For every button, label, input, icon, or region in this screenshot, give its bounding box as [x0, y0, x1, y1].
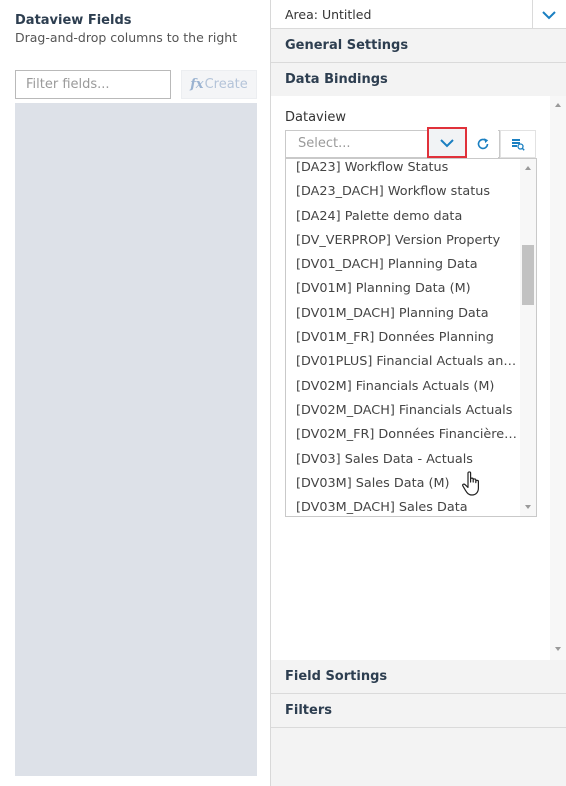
hand-cursor-icon	[462, 471, 479, 496]
scroll-up-icon[interactable]	[525, 166, 531, 170]
dataview-option[interactable]: [DV_VERPROP] Version Property	[286, 229, 520, 253]
area-label: Area: Untitled	[285, 7, 372, 22]
create-label: Create	[204, 77, 248, 92]
dataview-option[interactable]: [DV02M_FR] Données Financières...	[286, 423, 520, 447]
dataview-option[interactable]: [DA23] Workflow Status	[286, 159, 520, 180]
dataview-option[interactable]: [DA24] Palette demo data	[286, 205, 520, 229]
panel-subtitle: Drag-and-drop columns to the right	[15, 30, 238, 45]
fx-icon: fx	[190, 77, 204, 92]
panel-scrollbar[interactable]	[550, 96, 566, 660]
scroll-thumb[interactable]	[522, 245, 534, 305]
chevron-down-icon[interactable]	[540, 8, 558, 22]
dataview-option[interactable]: [DV01M_DACH] Planning Data	[286, 302, 520, 326]
dataview-option[interactable]: [DV03M] Sales Data (M)	[286, 472, 520, 496]
select-placeholder: Select...	[298, 136, 351, 151]
scroll-down-icon[interactable]	[525, 505, 531, 509]
refresh-icon	[477, 138, 488, 150]
create-button[interactable]: fx Create	[181, 70, 257, 99]
explore-data-button[interactable]	[500, 130, 536, 158]
panel-title: Dataview Fields	[15, 13, 132, 28]
dataview-option[interactable]: [DV03] Sales Data - Actuals	[286, 448, 520, 472]
dataview-option[interactable]: [DV02M] Financials Actuals (M)	[286, 375, 520, 399]
dataview-option[interactable]: [DV01_DACH] Planning Data	[286, 253, 520, 277]
dataview-option[interactable]: [DV03M_DACH] Sales Data	[286, 496, 520, 516]
section-field-sortings[interactable]: Field Sortings	[271, 660, 566, 694]
filter-fields-input[interactable]	[15, 70, 171, 99]
section-filters[interactable]: Filters	[271, 694, 566, 728]
dataview-option[interactable]: [DA23_DACH] Workflow status	[286, 180, 520, 204]
dropdown-toggle-button[interactable]	[427, 127, 467, 158]
list-scrollbar[interactable]	[520, 159, 536, 516]
dataview-options-list: [DA23] Workflow Status [DA23_DACH] Workfl…	[285, 158, 537, 517]
divider	[532, 0, 533, 29]
scroll-down-icon[interactable]	[555, 647, 561, 651]
dataview-option[interactable]: [DV01M_FR] Données Planning	[286, 326, 520, 350]
section-general-settings[interactable]: General Settings	[271, 29, 566, 63]
panel-footer-space	[271, 728, 566, 786]
dataview-option[interactable]: [DV01M] Planning Data (M)	[286, 277, 520, 301]
dataview-label: Dataview	[285, 110, 346, 125]
chevron-down-icon	[440, 139, 454, 148]
data-search-icon	[512, 139, 525, 151]
dataview-option[interactable]: [DV02M_DACH] Financials Actuals	[286, 399, 520, 423]
scroll-up-icon[interactable]	[555, 103, 561, 107]
fields-drop-area[interactable]	[15, 103, 257, 776]
section-data-bindings[interactable]: Data Bindings	[271, 63, 566, 97]
refresh-button[interactable]	[467, 130, 498, 158]
dataview-option[interactable]: [DV01PLUS] Financial Actuals and ...	[286, 350, 520, 374]
